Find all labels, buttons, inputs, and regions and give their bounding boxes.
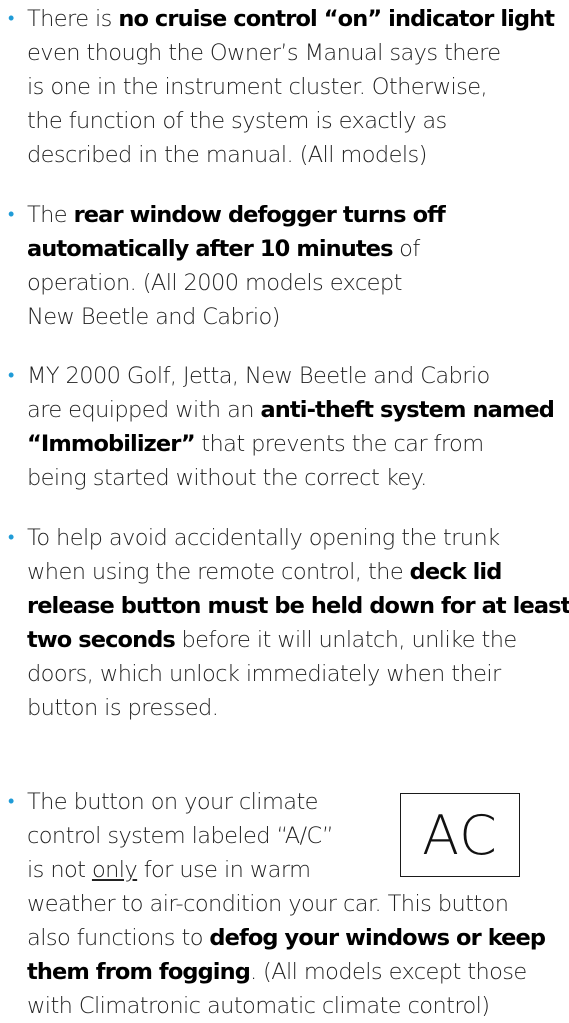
text-run: described in the manual. (All models) (27, 142, 427, 168)
text-run: is one in the instrument cluster. Otherw… (27, 74, 488, 100)
text-line: New Beetle and Cabrio) (8, 300, 564, 334)
text-run: that prevents the car from (194, 431, 484, 457)
text-run: being started without the correct key. (27, 465, 427, 491)
text-run: weather to air-condition your car. This … (27, 891, 509, 917)
text-line: described in the manual. (All models) (8, 138, 564, 172)
text-line: MY 2000 Golf, Jetta, New Beetle and Cabr… (8, 359, 564, 393)
text-run: are equipped with an (27, 397, 261, 423)
text-run: even though the Owner’s Manual says ther… (27, 40, 501, 66)
text-run: also functions to (27, 925, 210, 951)
text-run: There is (27, 6, 119, 32)
text-run: The button on your climate (27, 789, 319, 815)
text-run: of (392, 236, 420, 262)
text-run: operation. (All 2000 models except (27, 270, 402, 296)
text-run: New Beetle and Cabrio) (27, 304, 280, 330)
text-run: MY 2000 Golf, Jetta, New Beetle and Cabr… (27, 363, 490, 389)
text-line: with Climatronic automatic climate contr… (8, 989, 564, 1023)
text-line: also functions to defog your windows or … (8, 921, 564, 955)
text-line: The rear window defogger turns off (8, 198, 564, 232)
bold-text-run: defog your windows or keep (209, 925, 546, 951)
ac-button-illustration: AC (400, 793, 520, 877)
text-line: operation. (All 2000 models except (8, 266, 564, 300)
text-line: even though the Owner’s Manual says ther… (8, 36, 564, 70)
note-deck-lid-release: • To help avoid accidentally opening the … (8, 521, 569, 725)
text-run: The (27, 202, 74, 228)
text-run: doors, which unlock immediately when the… (27, 661, 501, 687)
text-line: release button must be held down for at … (8, 589, 569, 623)
text-run: To help avoid accidentally opening the t… (27, 525, 500, 551)
bold-text-run: no cruise control “on” indicator light (118, 6, 555, 32)
text-line: button is pressed. (8, 691, 564, 725)
bullet-marker: • (8, 791, 14, 812)
text-line: when using the remote control, the deck … (8, 555, 564, 589)
bullet-marker: • (8, 8, 14, 29)
text-line: There is no cruise control “on” indicato… (8, 2, 564, 36)
text-line: doors, which unlock immediately when the… (8, 657, 564, 691)
text-line: two seconds before it will unlatch, unli… (8, 623, 564, 657)
bold-text-run: them from fogging (27, 959, 251, 985)
note-rear-defogger: • The rear window defogger turns off autom… (8, 198, 564, 334)
bold-text-run: “Immobilizer” (27, 431, 196, 457)
manual-page: • There is no cruise control “on” indicat… (0, 0, 569, 1019)
text-run: button is pressed. (27, 695, 219, 721)
ac-button-label: AC (422, 803, 498, 867)
text-run: control system labeled “A/C” (27, 823, 334, 849)
bullet-marker: • (8, 204, 14, 225)
note-cruise-control: • There is no cruise control “on” indicat… (8, 2, 564, 172)
text-line: is one in the instrument cluster. Otherw… (8, 70, 564, 104)
text-line: them from fogging. (All models except th… (8, 955, 564, 989)
text-run: with Climatronic automatic climate contr… (27, 993, 490, 1019)
text-line: “Immobilizer” that prevents the car from (8, 427, 564, 461)
text-run: when using the remote control, the (27, 559, 410, 585)
bold-text-run: deck lid (409, 559, 503, 585)
text-run: for use in warm (137, 857, 311, 883)
text-line: are equipped with an anti-theft system n… (8, 393, 564, 427)
text-run: is not (27, 857, 92, 883)
text-run: . (All models except those (249, 959, 527, 985)
bold-text-run: automatically after 10 minutes (27, 236, 394, 262)
bullet-marker: • (8, 527, 14, 548)
underlined-text-run: only (91, 857, 138, 883)
bold-text-run: rear window defogger turns off (73, 202, 446, 228)
bullet-marker: • (8, 365, 14, 386)
text-line: To help avoid accidentally opening the t… (8, 521, 564, 555)
text-line: weather to air-condition your car. This … (8, 887, 564, 921)
bold-text-run: two seconds (27, 627, 176, 653)
text-run: before it will unlatch, unlike the (174, 627, 517, 653)
bold-text-run: release button must be held down for at … (27, 593, 569, 619)
bold-text-run: anti-theft system named (260, 397, 555, 423)
text-line: the function of the system is exactly as (8, 104, 564, 138)
text-line: automatically after 10 minutes of (8, 232, 564, 266)
text-run: the function of the system is exactly as (27, 108, 447, 134)
text-line: being started without the correct key. (8, 461, 564, 495)
note-immobilizer: • MY 2000 Golf, Jetta, New Beetle and Cab… (8, 359, 564, 495)
